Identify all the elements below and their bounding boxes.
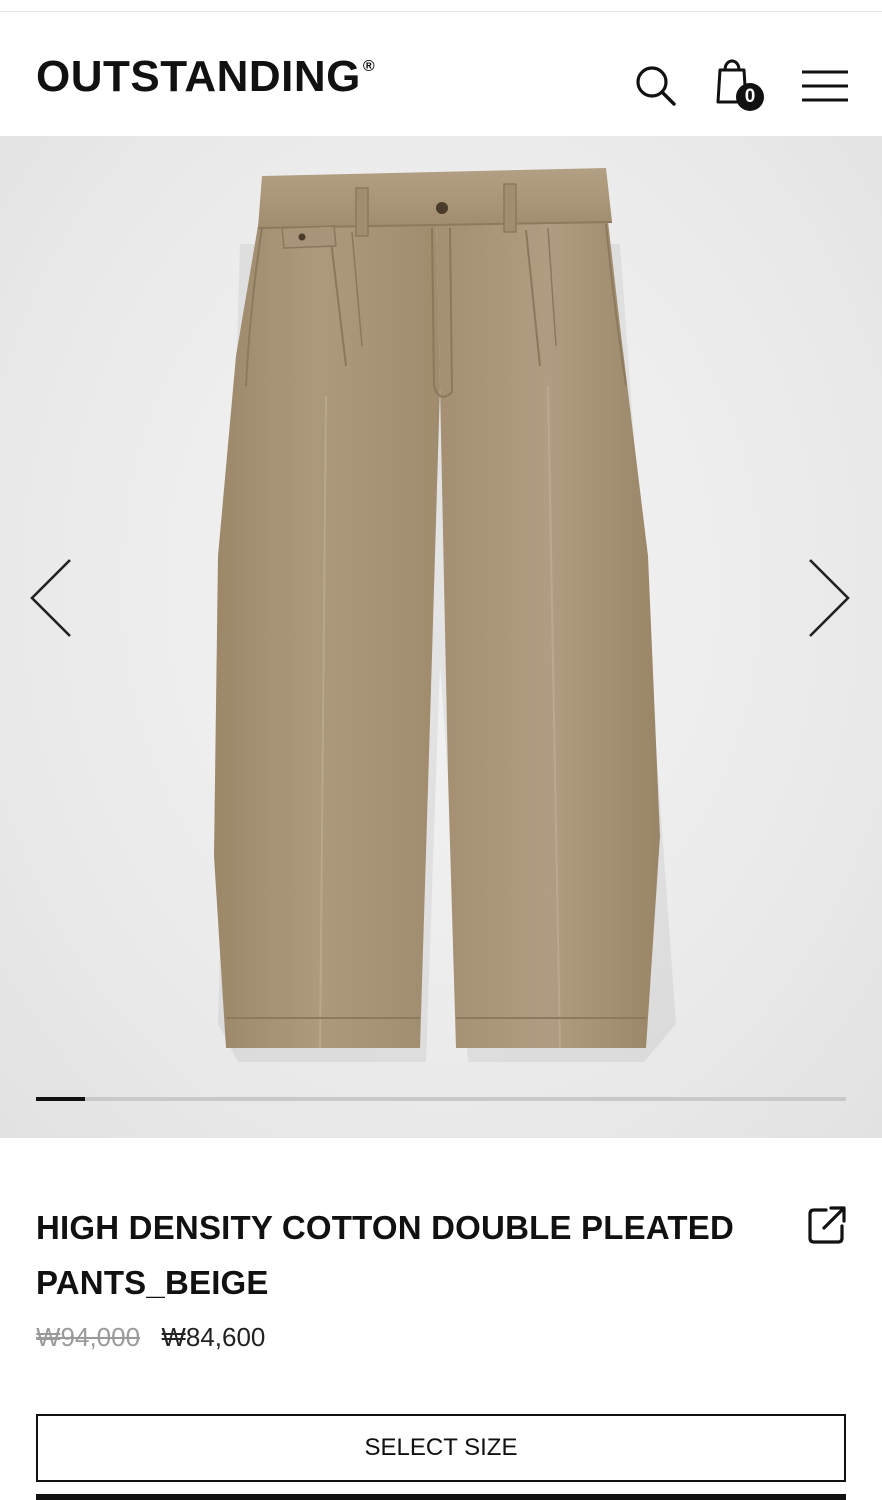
previous-image-button[interactable] [22,556,82,640]
brand-logo-text: OUTSTANDING [36,52,361,101]
share-button[interactable] [806,1204,848,1246]
menu-button[interactable] [800,66,850,106]
product-gallery[interactable] [0,136,882,1138]
search-icon [636,66,676,106]
brand-logo[interactable]: OUTSTANDING ® [36,52,375,102]
price-block: ₩94,000 ₩84,600 [36,1322,265,1353]
select-size-button[interactable]: SELECT SIZE [36,1414,846,1482]
cart-count-badge: 0 [736,83,764,111]
hamburger-menu-icon [802,70,848,102]
original-price: ₩94,000 [36,1322,141,1352]
next-image-button[interactable] [800,556,860,640]
product-title: HIGH DENSITY COTTON DOUBLE PLEATED PANTS… [36,1209,735,1301]
product-info: HIGH DENSITY COTTON DOUBLE PLEATED PANTS… [0,1138,882,1500]
beige-pleated-pants-photo [214,168,676,1062]
site-header: OUTSTANDING ® 0 [0,12,882,136]
chevron-right-icon [809,559,850,637]
share-external-icon [808,1206,846,1244]
gallery-progress-track [36,1097,846,1101]
buy-button-edge[interactable] [36,1494,846,1500]
sale-price: ₩84,600 [161,1322,266,1352]
cart-button[interactable]: 0 [712,52,770,112]
chevron-left-icon [30,559,71,637]
gallery-progress-fill [36,1097,85,1101]
search-button[interactable] [634,64,678,108]
registered-mark: ® [362,58,376,76]
